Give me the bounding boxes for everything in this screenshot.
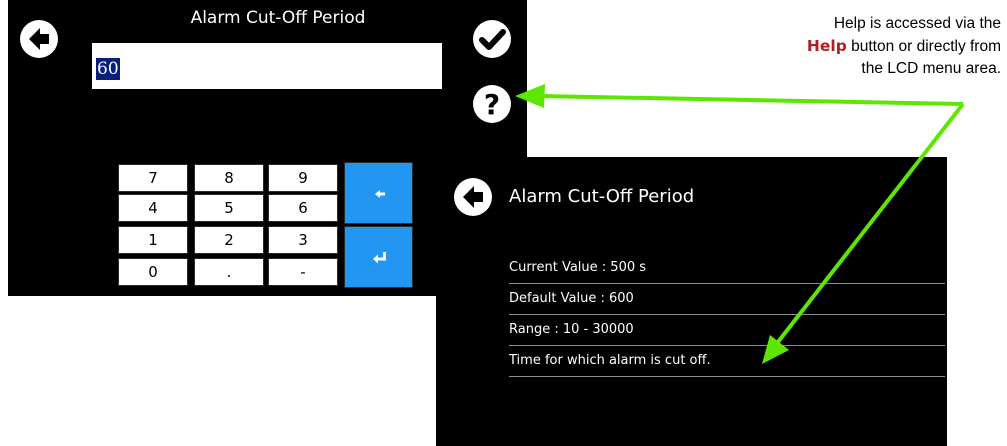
arrow-to-help-button (539, 94, 964, 106)
arrowhead-left (515, 84, 545, 108)
annotation-arrows (515, 84, 965, 364)
arrowhead-down (762, 335, 789, 364)
arrow-to-help-screen (776, 102, 965, 344)
